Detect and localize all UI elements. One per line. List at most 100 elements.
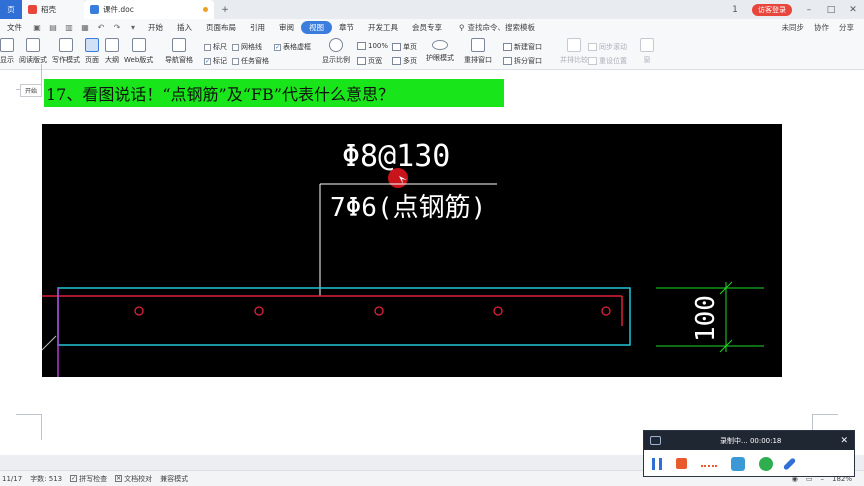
menu-insert[interactable]: 插入: [170, 22, 199, 33]
badge-label: 1: [732, 4, 738, 15]
reading-layout-button[interactable]: 阅读版式: [19, 38, 47, 65]
page-width-button[interactable]: 页宽: [357, 56, 382, 66]
reset-position-button[interactable]: 重设位置: [588, 56, 627, 66]
collab-button[interactable]: 协作: [814, 22, 829, 33]
proofread-toggle[interactable]: ✕ 文档校对: [115, 474, 152, 484]
task-pane-label: 任务窗格: [241, 57, 269, 65]
export-icon[interactable]: ▤: [47, 23, 59, 33]
zoom-100-button[interactable]: 100%: [357, 42, 388, 50]
maximize-icon[interactable]: □: [820, 5, 842, 15]
sync-scroll-button[interactable]: 同步滚动: [588, 42, 627, 52]
new-tab-button[interactable]: +: [214, 5, 236, 15]
webcam-icon[interactable]: [759, 456, 773, 471]
outline-button[interactable]: 大纲: [105, 38, 119, 65]
web-layout-button[interactable]: Web版式: [124, 38, 153, 65]
display-button[interactable]: 显示: [0, 38, 14, 65]
sync-scroll-label: 同步滚动: [599, 43, 627, 51]
pause-icon[interactable]: [652, 457, 662, 470]
home-tab[interactable]: 页: [0, 0, 22, 19]
writing-mode-button[interactable]: 写作模式: [52, 38, 80, 65]
undo-icon[interactable]: ↶: [95, 23, 107, 33]
menu-layout[interactable]: 页面布局: [199, 22, 243, 33]
minimize-icon[interactable]: –: [798, 5, 820, 15]
arrange-window-label: 重排窗口: [464, 56, 492, 64]
menu-chapter[interactable]: 章节: [332, 22, 361, 33]
menu-developer[interactable]: 开发工具: [361, 22, 405, 33]
ruler-checkbox[interactable]: 标尺: [204, 42, 227, 52]
spell-check-toggle[interactable]: ✓ 拼写检查: [70, 474, 107, 484]
dimension-label: 100: [691, 295, 721, 342]
pen-tool-icon[interactable]: [782, 456, 797, 471]
marker-icon[interactable]: [731, 456, 745, 471]
single-page-button[interactable]: 单页: [392, 42, 417, 52]
menu-reference[interactable]: 引用: [243, 22, 272, 33]
nav-pane-label: 导航窗格: [165, 56, 193, 64]
recorder-close-icon[interactable]: ✕: [840, 436, 848, 446]
close-icon[interactable]: ✕: [842, 5, 864, 15]
new-window-button[interactable]: 新建窗口: [503, 42, 542, 52]
document-area[interactable]: 开始 17、看图说话！“点钢筋”及“FB”代表什么意思？ Φ8@130 7Φ6(…: [0, 64, 864, 470]
compat-mode: 兼容模式: [160, 474, 189, 483]
arrange-window-icon: [471, 38, 485, 52]
marks-checkbox[interactable]: ✓ 标记: [204, 56, 227, 66]
file-menu[interactable]: 文件: [0, 22, 29, 33]
gridline-checkbox[interactable]: 网格线: [232, 42, 262, 52]
marks-box: ✓: [204, 57, 211, 65]
arrange-window-button[interactable]: 重排窗口: [464, 38, 492, 65]
customize-icon[interactable]: ▾: [127, 23, 139, 33]
reset-position-label: 重设位置: [599, 57, 627, 65]
command-search-label: 查找命令、搜索模板: [467, 23, 536, 32]
menu-member[interactable]: 会员专享: [405, 22, 449, 33]
cad-svg: Φ8@130 7Φ6(点钢筋) 100: [41, 139, 764, 377]
window-icon: [640, 38, 654, 52]
rebar-dot: [254, 306, 264, 316]
sync-button[interactable]: 未同步: [782, 22, 805, 33]
wps-tab-label: 稻壳: [41, 5, 56, 14]
table-frame-checkbox[interactable]: ✓ 表格虚框: [274, 42, 311, 52]
multi-page-icon: [392, 57, 401, 65]
screen-recorder: 录制中... 00:00:18 ✕: [643, 430, 855, 477]
single-page-label: 单页: [403, 43, 417, 51]
multi-page-label: 多页: [403, 57, 417, 65]
redo-icon[interactable]: ↷: [111, 23, 123, 33]
recording-status: 录制中... 00:00:18: [720, 436, 782, 445]
visitor-login-button[interactable]: 访客登录: [752, 3, 792, 16]
wps-tab[interactable]: 稻壳: [22, 0, 84, 19]
task-pane-checkbox[interactable]: 任务窗格: [232, 56, 269, 66]
preview-icon[interactable]: ▦: [79, 23, 91, 33]
tooltip: 开始: [20, 84, 43, 97]
table-frame-box: ✓: [274, 43, 281, 51]
break-line: [41, 335, 57, 351]
window-button[interactable]: 窗: [640, 38, 654, 65]
cursor-highlight-icon: [388, 168, 408, 188]
menu-review[interactable]: 审阅: [272, 22, 301, 33]
page-view-button[interactable]: 页面: [85, 38, 99, 65]
side-by-side-button[interactable]: 并排比较: [560, 38, 588, 65]
word-count[interactable]: 字数: 513: [30, 474, 62, 484]
right-menu: 未同步 协作 分享: [782, 22, 864, 33]
page-indicator[interactable]: 11/17: [2, 475, 22, 483]
point-rebar-label: 7Φ6(点钢筋): [330, 193, 486, 223]
badge-icon[interactable]: 1: [724, 5, 746, 15]
save-icon[interactable]: ▣: [31, 23, 43, 33]
zoom-100-label: 100%: [368, 42, 389, 50]
split-window-button[interactable]: 拆分窗口: [503, 56, 542, 66]
command-search[interactable]: ⚲ 查找命令、搜索模板: [459, 22, 535, 33]
stop-icon[interactable]: [676, 458, 687, 469]
display-icon: [0, 38, 14, 52]
menu-view[interactable]: 视图: [301, 21, 332, 34]
annotate-icon[interactable]: [701, 461, 717, 467]
nav-pane-button[interactable]: 导航窗格: [165, 38, 193, 65]
menu-start[interactable]: 开始: [141, 22, 170, 33]
zoom-label: 显示比例: [322, 56, 350, 64]
document-tab[interactable]: 课件.doc: [84, 0, 214, 19]
spell-check-box: ✓: [70, 475, 78, 482]
share-button[interactable]: 分享: [839, 22, 854, 33]
multi-page-button[interactable]: 多页: [392, 56, 417, 66]
side-by-side-icon: [567, 38, 581, 52]
zoom-button[interactable]: 显示比例: [322, 38, 350, 65]
split-window-icon: [503, 57, 512, 65]
eye-protect-button[interactable]: 护眼模式: [426, 38, 454, 63]
print-icon[interactable]: ▥: [63, 23, 75, 33]
document-page[interactable]: 开始 17、看图说话！“点钢筋”及“FB”代表什么意思？ Φ8@130 7Φ6(…: [0, 64, 864, 455]
